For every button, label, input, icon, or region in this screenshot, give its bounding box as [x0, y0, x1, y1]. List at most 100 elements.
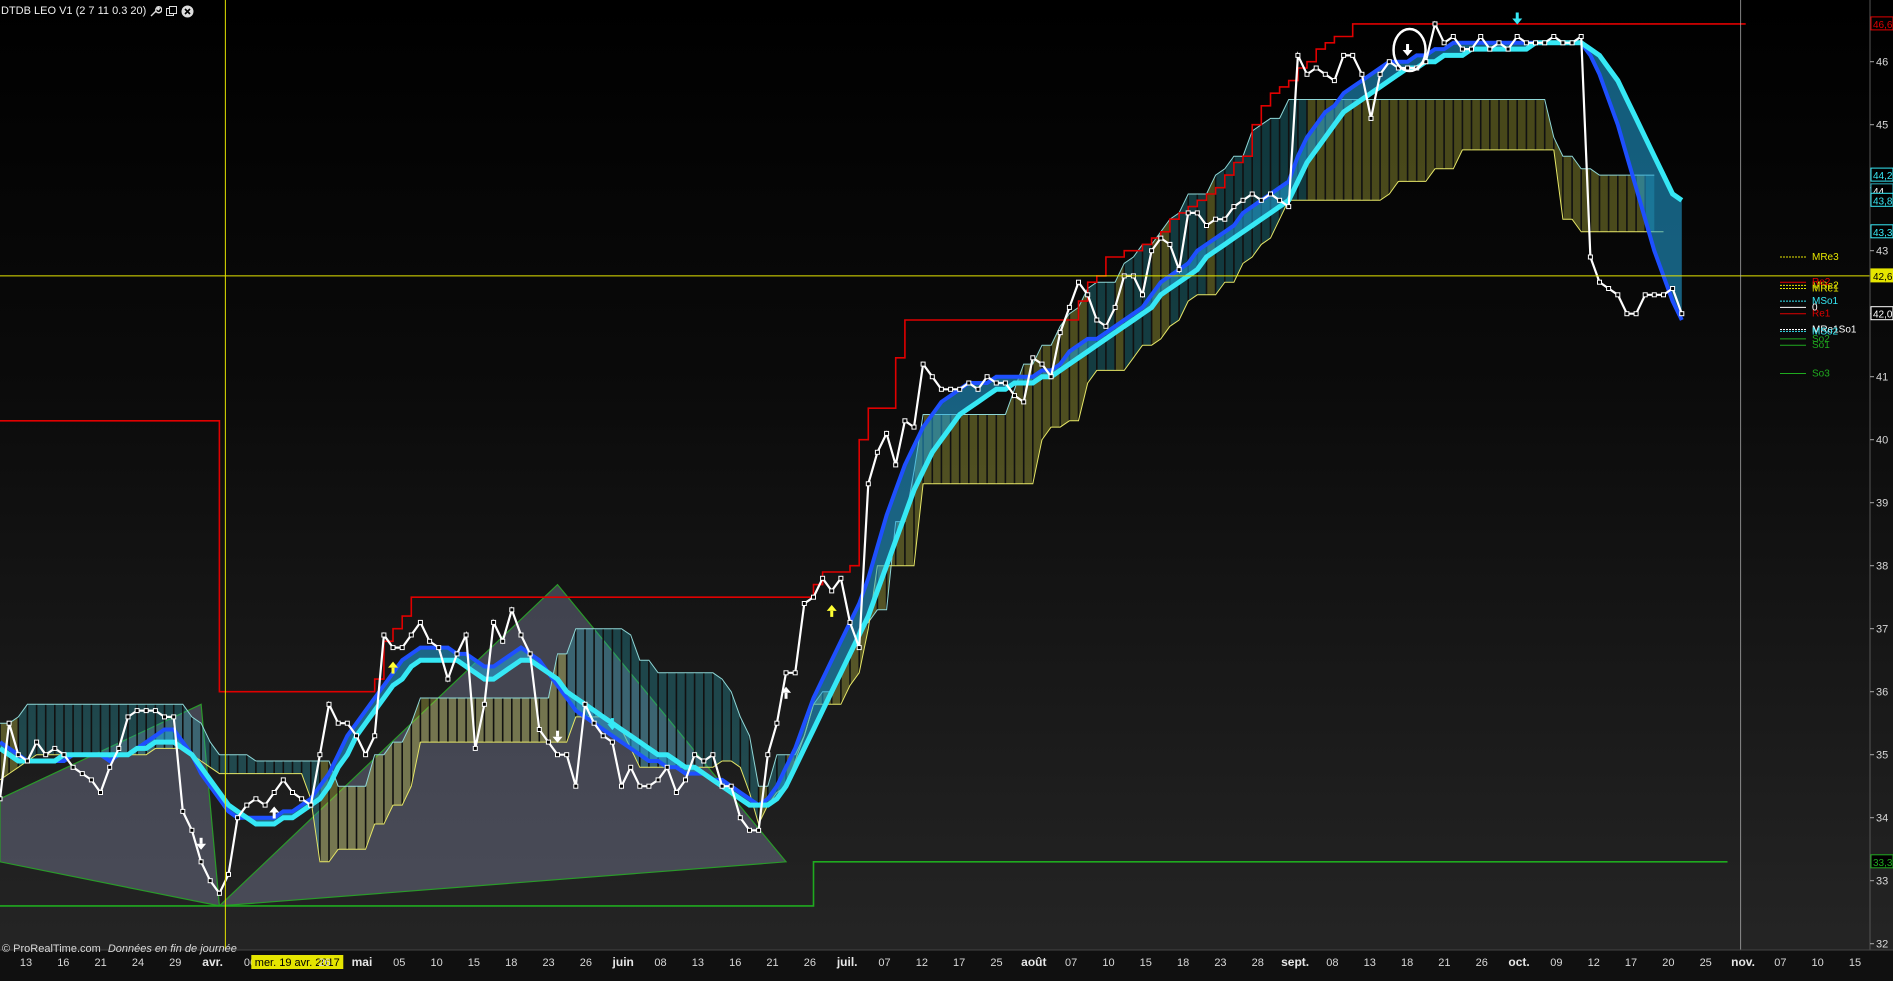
- price-point: [966, 380, 972, 386]
- x-tick-label: 18: [1401, 957, 1413, 969]
- price-point: [198, 859, 204, 865]
- price-point: [1487, 46, 1493, 52]
- cloud-segment: [393, 742, 403, 806]
- price-point: [454, 651, 460, 657]
- price-chart[interactable]: 3233343536373839404142434445461316212429…: [0, 0, 1893, 981]
- price-point: [162, 714, 167, 720]
- cloud-segment: [255, 761, 266, 774]
- price-point: [719, 783, 725, 789]
- price-point: [1076, 279, 1081, 285]
- price-point: [756, 827, 762, 833]
- price-point: [408, 632, 414, 638]
- cloud-segment: [1133, 244, 1143, 358]
- price-point: [1322, 71, 1328, 77]
- price-point: [125, 714, 131, 720]
- x-tick-label: 09: [1550, 957, 1562, 969]
- price-point: [1670, 286, 1676, 291]
- cloud-segment: [1270, 118, 1280, 239]
- price-point: [975, 386, 981, 392]
- cloud-segment: [1489, 99, 1499, 150]
- cloud-segment: [100, 704, 110, 755]
- cloud-segment: [1508, 99, 1518, 150]
- indicator-title: DTDB LEO V1 (2 7 11 0.3 20): [1, 5, 147, 17]
- price-point: [1039, 361, 1045, 367]
- x-tick-label: 10: [1812, 957, 1824, 969]
- price-point: [518, 632, 524, 638]
- cloud-segment: [1042, 345, 1052, 440]
- price-point: [1268, 191, 1273, 197]
- copyright-text: © ProRealTime.com: [2, 943, 101, 955]
- price-point: [1597, 279, 1602, 285]
- price-point: [299, 796, 305, 802]
- price-point: [52, 745, 58, 751]
- cloud-segment: [356, 786, 366, 850]
- x-tick-label: 26: [1476, 957, 1488, 969]
- price-point: [1057, 330, 1063, 336]
- cloud-segment: [722, 679, 732, 761]
- price-tag-label: 44,2: [1873, 171, 1893, 182]
- cloud-segment: [1471, 99, 1481, 150]
- price-point: [399, 645, 405, 651]
- signal-arrow-down: [1512, 12, 1523, 25]
- x-month-label: mai: [352, 955, 373, 969]
- price-point: [673, 790, 679, 795]
- cloud-segment: [237, 754, 247, 774]
- cloud-segment: [978, 414, 988, 484]
- window-icon[interactable]: [165, 5, 178, 18]
- arrow-shaft: [610, 718, 614, 725]
- close-icon[interactable]: [181, 5, 194, 18]
- price-point: [15, 752, 21, 758]
- price-point: [1533, 40, 1538, 46]
- price-point: [1085, 292, 1091, 298]
- price-point: [646, 783, 652, 789]
- price-point: [180, 808, 186, 814]
- cloud-segment: [447, 698, 457, 743]
- cloud-segment: [521, 698, 531, 743]
- cloud-layer: [0, 99, 1664, 863]
- cloud-segment: [493, 698, 503, 743]
- cloud-segment: [1435, 99, 1445, 169]
- price-point: [865, 481, 871, 487]
- y-tick-label: 34: [1876, 813, 1888, 825]
- x-tick-label: 23: [1214, 957, 1226, 969]
- cloud-segment: [1261, 118, 1271, 245]
- arrow-shaft: [199, 837, 203, 844]
- price-point: [1606, 286, 1612, 291]
- data-note: Données en fin de journée: [107, 943, 237, 955]
- price-point: [1368, 115, 1374, 121]
- price-point: [1496, 40, 1502, 46]
- cloud-segment: [612, 628, 622, 730]
- cloud-segment: [1480, 99, 1490, 150]
- cloud-segment: [429, 698, 439, 743]
- x-tick-label: 16: [57, 957, 69, 969]
- price-point: [1048, 374, 1054, 380]
- cloud-segment: [1188, 194, 1198, 302]
- price-point: [1359, 71, 1365, 77]
- x-tick-label: 24: [132, 957, 144, 969]
- price-point: [1542, 40, 1548, 46]
- x-tick-label: 10: [1102, 957, 1114, 969]
- indicator-header: DTDB LEO V1 (2 7 11 0.3 20): [0, 2, 199, 20]
- price-point: [1331, 78, 1337, 84]
- price-point: [1569, 40, 1575, 46]
- price-point: [600, 733, 606, 739]
- y-tick-label: 35: [1876, 750, 1888, 762]
- price-point: [1258, 197, 1264, 203]
- price-point: [1185, 210, 1191, 216]
- price-point: [1441, 40, 1447, 46]
- x-tick-label: 08: [654, 957, 666, 969]
- price-point: [24, 758, 30, 764]
- price-tag-label: 46,6: [1873, 20, 1893, 31]
- price-point: [1679, 311, 1685, 317]
- price-point: [1469, 46, 1474, 52]
- price-point: [1194, 210, 1200, 216]
- x-tick-label: 16: [729, 957, 741, 969]
- y-tick-label: 41: [1876, 372, 1888, 384]
- wrench-icon[interactable]: [149, 5, 163, 18]
- x-tick-label: 21: [95, 957, 107, 969]
- cloud-segment: [1407, 99, 1417, 182]
- cloud-segment: [301, 761, 311, 799]
- chart-container: 3233343536373839404142434445461316212429…: [0, 0, 1893, 981]
- price-point: [1066, 304, 1072, 310]
- price-tag-label: 42,0: [1873, 310, 1893, 321]
